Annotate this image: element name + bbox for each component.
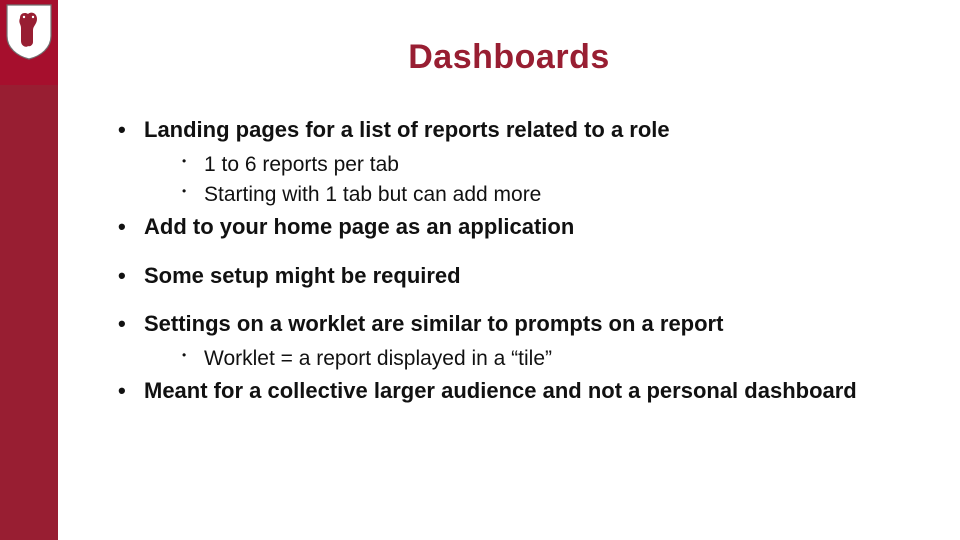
sidebar	[0, 0, 58, 540]
sub-bullet-item: Starting with 1 tab but can add more	[174, 181, 910, 209]
bullet-item: Add to your home page as an application	[110, 213, 910, 242]
slide: Dashboards Landing pages for a list of r…	[0, 0, 960, 540]
sub-bullet-item: 1 to 6 reports per tab	[174, 151, 910, 179]
bullet-item: Settings on a worklet are similar to pro…	[110, 310, 910, 373]
bullet-text: Settings on a worklet are similar to pro…	[144, 311, 723, 336]
bullet-list: Landing pages for a list of reports rela…	[110, 116, 910, 406]
bullet-text: Landing pages for a list of reports rela…	[144, 117, 670, 142]
bullet-item: Landing pages for a list of reports rela…	[110, 116, 910, 209]
sub-bullet-list: Worklet = a report displayed in a “tile”	[144, 345, 910, 373]
bullet-text: Add to your home page as an application	[144, 214, 574, 239]
sub-bullet-item: Worklet = a report displayed in a “tile”	[174, 345, 910, 373]
bullet-item: Meant for a collective larger audience a…	[110, 377, 910, 406]
sub-bullet-list: 1 to 6 reports per tab Starting with 1 t…	[144, 151, 910, 210]
bullet-text: Meant for a collective larger audience a…	[144, 378, 857, 403]
content-area: Landing pages for a list of reports rela…	[110, 116, 910, 426]
sidebar-bottom	[0, 85, 58, 540]
page-title: Dashboards	[58, 38, 960, 77]
bullet-item: Some setup might be required	[110, 262, 910, 291]
wsu-logo-icon	[6, 4, 52, 60]
bullet-text: Some setup might be required	[144, 263, 461, 288]
